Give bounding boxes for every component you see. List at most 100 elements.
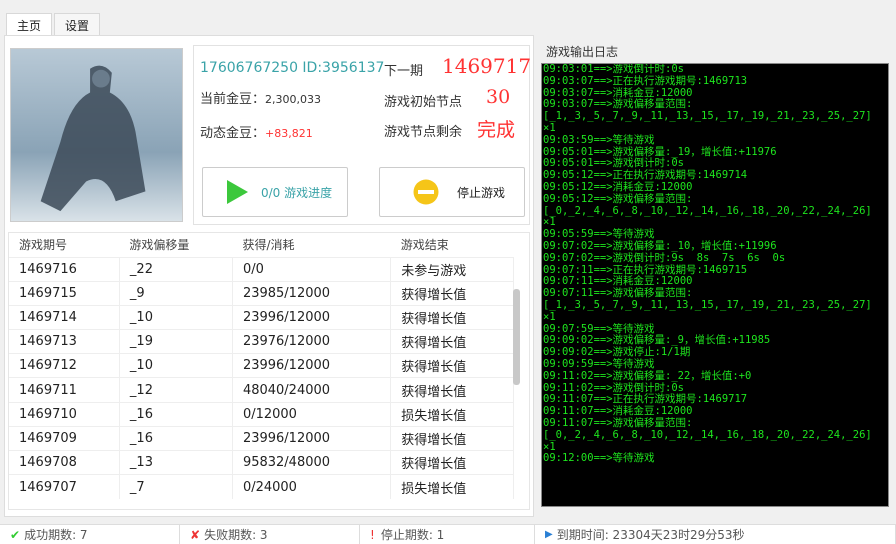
- table-cell: _16: [119, 425, 233, 451]
- init-node-label: 游戏初始节点: [384, 95, 463, 110]
- table-cell: 1469708: [9, 449, 120, 475]
- arrow-icon: ▶: [545, 529, 553, 540]
- log-line: 09:07:02==>游戏偏移量:_10，增长值:+11996: [543, 239, 777, 252]
- column-header[interactable]: 游戏期号: [9, 233, 119, 257]
- table-cell: 获得增长值: [390, 425, 514, 451]
- account-id: 17606767250 ID:3956137: [200, 60, 385, 76]
- table-scrollbar[interactable]: [513, 289, 520, 385]
- table-cell: 1469714: [9, 304, 120, 330]
- tab-bar: 主页 设置: [6, 13, 102, 35]
- table-cell: 0/0: [232, 256, 392, 282]
- table-cell: 获得增长值: [390, 449, 514, 475]
- tab-settings[interactable]: 设置: [54, 13, 101, 35]
- stop-game-button[interactable]: 停止游戏: [379, 167, 525, 217]
- table-cell: _22: [119, 256, 233, 282]
- table-cell: _10: [119, 353, 233, 378]
- table-row[interactable]: 1469708 _13 95832/48000 获得增长值: [9, 449, 514, 475]
- table-cell: 1469713: [9, 329, 120, 354]
- log-line: [_1,_3,_5,_7,_9,_11,_13,_15,_17,_19,_21,…: [543, 298, 872, 311]
- table-cell: 1469707: [9, 474, 120, 499]
- table-cell: _19: [119, 329, 233, 354]
- log-line: [_1,_3,_5,_7,_9,_11,_13,_15,_17,_19,_21,…: [543, 110, 872, 123]
- column-header[interactable]: 获得/消耗: [232, 233, 390, 257]
- table-cell: 95832/48000: [232, 449, 392, 475]
- log-line: ×1: [543, 121, 556, 134]
- table-row[interactable]: 1469709 _16 23996/12000 获得增长值: [9, 425, 514, 451]
- avatar: [10, 48, 183, 222]
- table-cell: 获得增长值: [390, 304, 514, 330]
- table-row[interactable]: 1469714 _10 23996/12000 获得增长值: [9, 304, 514, 330]
- log-line: 09:09:59==>等待游戏: [543, 357, 655, 370]
- table-cell: 23996/12000: [232, 353, 392, 378]
- stop-count: ! 停止期数: 1: [360, 525, 535, 544]
- table-row[interactable]: 1469707 _7 0/24000 损失增长值: [9, 474, 514, 499]
- log-line: 09:12:00==>等待游戏: [543, 452, 655, 465]
- table-row[interactable]: 1469711 _12 48040/24000 获得增长值: [9, 377, 514, 403]
- success-count: ✔ 成功期数: 7: [0, 525, 180, 544]
- table-header: 游戏期号 游戏偏移量 获得/消耗 游戏结束: [9, 233, 514, 257]
- init-node-value: 30: [486, 86, 511, 108]
- table-cell: _13: [119, 449, 233, 475]
- remain-node-label: 游戏节点剩余: [384, 125, 463, 140]
- stop-icon: [413, 179, 439, 205]
- log-output: 09:03:01==>游戏倒计时:0s 09:03:07==>正在执行游戏期号:1…: [541, 63, 889, 507]
- table-cell: _10: [119, 304, 233, 330]
- table-cell: _9: [119, 280, 233, 306]
- table-cell: 1469711: [9, 377, 120, 403]
- table-row[interactable]: 1469715 _9 23985/12000 获得增长值: [9, 280, 514, 306]
- fail-count: ✘ 失败期数: 3: [180, 525, 360, 544]
- log-line: 09:07:02==>游戏倒计时:9s 8s 7s 6s 0s: [543, 251, 786, 264]
- table-cell: 获得增长值: [390, 329, 514, 354]
- table-row[interactable]: 1469713 _19 23976/12000 获得增长值: [9, 329, 514, 354]
- log-line: ×1: [543, 310, 556, 323]
- dynamic-beans: 动态金豆：+83,821: [200, 126, 313, 141]
- table-cell: 23976/12000: [232, 329, 392, 354]
- log-line: 09:05:12==>游戏偏移量范围:: [543, 192, 693, 205]
- log-line: [_0,_2,_4,_6,_8,_10,_12,_14,_16,_18,_20,…: [543, 428, 872, 441]
- log-line: 09:11:07==>游戏偏移量范围:: [543, 416, 693, 429]
- table-row[interactable]: 1469712 _10 23996/12000 获得增长值: [9, 353, 514, 378]
- exclamation-icon: !: [370, 527, 375, 542]
- table-cell: 23996/12000: [232, 304, 392, 330]
- table-row[interactable]: 1469710 _16 0/12000 损失增长值: [9, 401, 514, 427]
- table-cell: 未参与游戏: [390, 256, 514, 282]
- table-cell: _7: [119, 474, 233, 499]
- log-line: 09:03:07==>正在执行游戏期号:1469713: [543, 74, 748, 87]
- table-cell: 获得增长值: [390, 377, 514, 403]
- log-line: [_0,_2,_4,_6,_8,_10,_12,_14,_16,_18,_20,…: [543, 204, 872, 217]
- tab-home[interactable]: 主页: [6, 13, 53, 35]
- next-period-value: 1469717: [442, 54, 532, 78]
- current-beans: 当前金豆：2,300,033: [200, 92, 321, 107]
- remain-node-value: 完成: [477, 119, 516, 141]
- table-cell: 1469710: [9, 401, 120, 427]
- play-icon: [227, 180, 248, 204]
- table-cell: 损失增长值: [390, 474, 514, 499]
- table-cell: 1469715: [9, 280, 120, 306]
- table-row[interactable]: 1469716 _22 0/0 未参与游戏: [9, 256, 514, 282]
- expire-time: ▶ 到期时间: 23304天23时29分53秒: [535, 525, 896, 544]
- log-line: 09:05:12==>消耗金豆:12000: [543, 180, 693, 193]
- table-cell: 获得增长值: [390, 280, 514, 306]
- account-info-panel: 17606767250 ID:3956137 当前金豆：2,300,033 动态…: [193, 45, 532, 225]
- column-header[interactable]: 游戏结束: [391, 233, 514, 257]
- table-cell: 0/12000: [232, 401, 392, 427]
- table-cell: 0/24000: [232, 474, 392, 499]
- table-cell: 获得增长值: [390, 353, 514, 378]
- table-cell: 23996/12000: [232, 425, 392, 451]
- table-cell: 损失增长值: [390, 401, 514, 427]
- table-cell: 1469716: [9, 256, 120, 282]
- column-header[interactable]: 游戏偏移量: [119, 233, 232, 257]
- log-line: 09:11:02==>游戏偏移量:_22，增长值:+0: [543, 369, 752, 382]
- check-icon: ✔: [10, 527, 21, 542]
- cross-icon: ✘: [190, 527, 201, 542]
- history-table: 游戏期号 游戏偏移量 获得/消耗 游戏结束 1469716 _22 0/0 未参与游戏 146…: [8, 232, 530, 510]
- table-cell: 48040/24000: [232, 377, 392, 403]
- start-game-button[interactable]: 0/0 游戏进度: [202, 167, 348, 217]
- table-cell: _16: [119, 401, 233, 427]
- table-cell: 1469712: [9, 353, 120, 378]
- table-cell: 1469709: [9, 425, 120, 451]
- log-title: 游戏输出日志: [546, 45, 619, 59]
- table-cell: _12: [119, 377, 233, 403]
- status-bar: ✔ 成功期数: 7 ✘ 失败期数: 3 ! 停止期数: 1 ▶ 到期时间: 23304天…: [0, 524, 896, 544]
- table-cell: 23985/12000: [232, 280, 392, 306]
